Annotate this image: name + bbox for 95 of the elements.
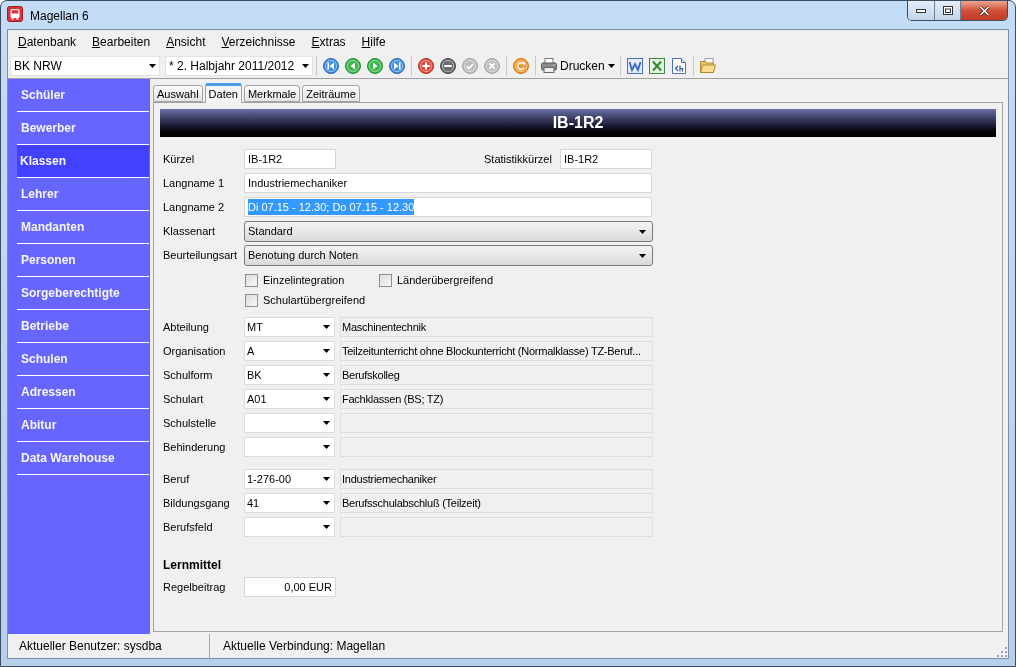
text-field[interactable]: IB-1R2	[244, 149, 336, 169]
caret-icon	[607, 63, 615, 68]
maximize-button[interactable]	[935, 1, 961, 20]
field-label: Behinderung	[163, 439, 227, 455]
print-button[interactable]: Drucken	[539, 54, 617, 77]
field-label: Organisation	[163, 343, 227, 359]
bus-icon	[7, 6, 23, 22]
field-label: Schulart	[163, 391, 205, 407]
field-label: Beruf	[163, 471, 191, 487]
menu-item[interactable]: Bearbeiten	[84, 32, 159, 51]
tab[interactable]: Auswahl	[153, 85, 203, 102]
code-dropdown[interactable]: BK	[244, 365, 335, 385]
tab[interactable]: Zeiträume	[302, 85, 360, 102]
code-dropdown[interactable]: A	[244, 341, 335, 361]
description-field: Industriemechaniker	[340, 469, 653, 489]
text-field[interactable]: IB-1R2	[560, 149, 652, 169]
field-label: Statistikkürzel	[484, 151, 553, 167]
menu-item[interactable]: Verzeichnisse	[213, 32, 304, 51]
caret-icon	[323, 373, 330, 377]
field-label: Klassenart	[163, 224, 216, 240]
field-label: Schulform	[163, 367, 214, 383]
caret-icon	[323, 477, 330, 481]
plus-icon	[418, 57, 434, 74]
skip-start-icon	[323, 57, 339, 74]
sidebar-item[interactable]: Klassen	[17, 145, 149, 178]
caret-icon	[323, 501, 330, 505]
field-label: Kürzel	[163, 151, 196, 167]
description-field: Berufskolleg	[340, 365, 653, 385]
dropdown[interactable]: Standard	[244, 221, 653, 242]
caret-icon	[323, 421, 330, 425]
checkbox-label: Schulartübergreifend	[263, 292, 366, 308]
caret-icon	[149, 63, 156, 68]
printer-icon	[541, 58, 557, 73]
window-title: Magellan 6	[30, 8, 89, 25]
spreadsheet-icon	[648, 57, 665, 74]
document-icon	[626, 57, 643, 74]
field-label: Schulstelle	[163, 415, 218, 431]
minimize-button[interactable]	[908, 1, 935, 20]
field-label: Abteilung	[163, 319, 210, 335]
close-icon	[978, 5, 990, 16]
dropdown[interactable]: Benotung durch Noten	[244, 245, 653, 266]
caret-icon	[323, 325, 330, 329]
caret-icon	[323, 349, 330, 353]
checkbox[interactable]	[245, 293, 258, 307]
field-label: Langname 1	[163, 175, 226, 191]
caret-icon	[323, 397, 330, 401]
status-text: Aktuelle Verbindung: Magellan	[223, 638, 386, 655]
menu-item[interactable]: Hilfe	[353, 32, 394, 51]
minus-icon	[440, 57, 456, 74]
tab[interactable]: Daten	[204, 83, 242, 103]
description-field: Berufsschulabschluß (Teilzeit)	[340, 493, 653, 513]
tab[interactable]: Merkmale	[243, 85, 301, 102]
code-dropdown[interactable]: 1-276-00	[244, 469, 335, 489]
code-dropdown[interactable]: A01	[244, 389, 335, 409]
close-button[interactable]	[961, 1, 1007, 20]
checkbox-label: Länderübergreifend	[397, 272, 494, 288]
refresh-icon	[513, 57, 529, 74]
caret-icon	[639, 253, 646, 258]
description-field: Teilzeitunterricht ohne Blockunterricht (Normalklasse) TZ-Beruf...	[340, 341, 653, 361]
menu-item[interactable]: Datenbank	[10, 32, 85, 51]
folder-icon	[699, 58, 716, 73]
previous-icon	[345, 57, 361, 74]
amount-field[interactable]: 0,00 EUR	[244, 577, 336, 597]
minimize-icon	[916, 8, 926, 13]
next-icon	[367, 57, 383, 74]
cancel-icon	[484, 57, 500, 74]
caret-icon	[323, 525, 330, 529]
menu-item[interactable]: Extras	[303, 32, 354, 51]
skip-end-icon	[389, 57, 405, 74]
caret-icon	[639, 229, 646, 234]
field-label: Berufsfeld	[163, 519, 214, 535]
selector-dropdown[interactable]: BK NRW	[10, 55, 160, 76]
checkbox[interactable]	[379, 273, 392, 287]
section-heading: Lernmittel	[163, 557, 221, 571]
checkbox[interactable]	[245, 273, 258, 287]
code-dropdown[interactable]: 41	[244, 493, 335, 513]
caret-icon	[302, 63, 309, 68]
resize-grip-icon	[997, 647, 1007, 657]
menu-item[interactable]: Ansicht	[158, 32, 214, 51]
status-text: Aktueller Benutzer: sysdba	[19, 638, 162, 655]
selector-dropdown[interactable]: * 2. Halbjahr 2011/2012	[165, 55, 313, 76]
description-field: Maschinentechnik	[340, 317, 653, 337]
code-dropdown[interactable]: MT	[244, 317, 335, 337]
field-label: Regelbeitrag	[163, 579, 227, 595]
maximize-icon	[942, 6, 953, 15]
field-label: Langname 2	[163, 199, 226, 215]
field-label: Beurteilungsart	[163, 248, 238, 264]
text-field[interactable]: Industriemechaniker	[244, 173, 652, 193]
description-field: Fachklassen (BS; TZ)	[340, 389, 653, 409]
record-title-bar: IB-1R2	[160, 109, 996, 137]
caret-icon	[323, 445, 330, 449]
check-icon	[462, 57, 478, 74]
code-file-icon	[671, 57, 686, 74]
checkbox-label: Einzelintegration	[263, 272, 345, 288]
field-label: Bildungsgang	[163, 495, 231, 511]
